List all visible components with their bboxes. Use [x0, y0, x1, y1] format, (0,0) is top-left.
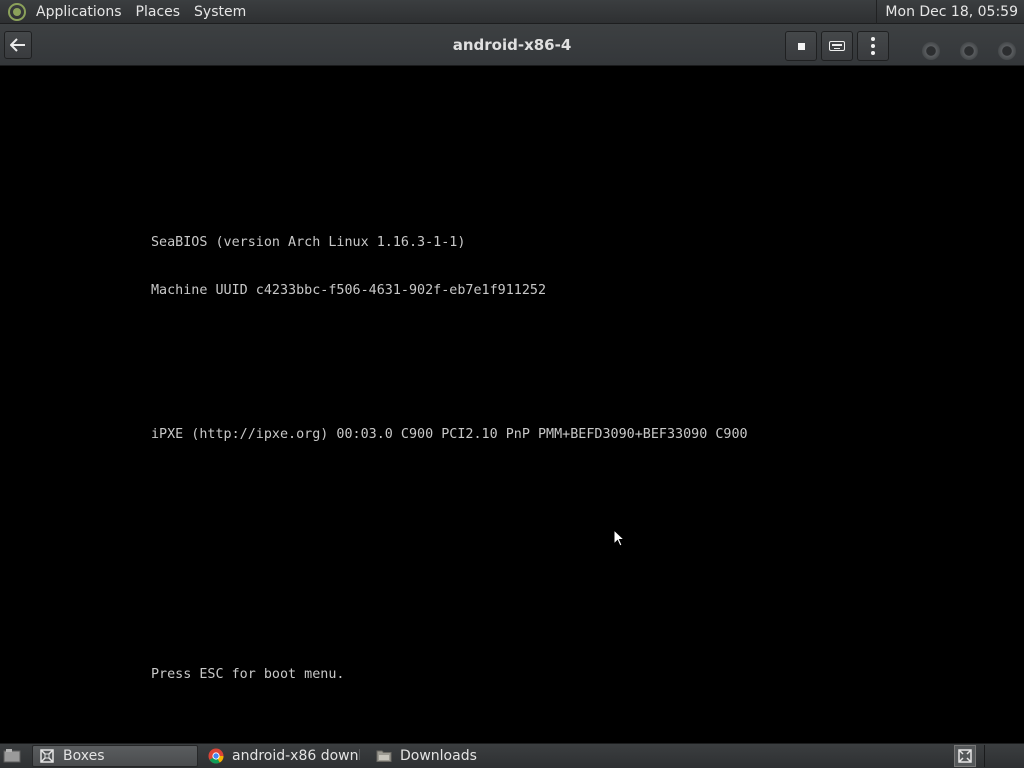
back-arrow-icon [10, 38, 25, 52]
main-menu-icon[interactable] [5, 0, 29, 24]
back-button[interactable] [4, 31, 32, 59]
boxes-icon [40, 749, 54, 763]
maximize-button[interactable] [960, 42, 978, 60]
task-downloads[interactable]: Downloads [370, 745, 500, 767]
bottom-taskbar: Boxes android-x86 downl... Downloads [0, 743, 1024, 768]
menu-applications[interactable]: Applications [29, 0, 129, 24]
boxes-icon [958, 749, 972, 763]
top-panel: Applications Places System Mon Dec 18, 0… [0, 0, 1024, 24]
keyboard-icon [829, 41, 845, 51]
minimize-button[interactable] [922, 42, 940, 60]
mouse-pointer-icon [613, 529, 625, 547]
panel-clock[interactable]: Mon Dec 18, 05:59 [876, 0, 1024, 24]
workspace-1-button[interactable] [954, 745, 976, 767]
menu-system[interactable]: System [187, 0, 253, 24]
menu-button[interactable] [857, 31, 889, 61]
task-label: Downloads [400, 748, 477, 764]
console-line: Machine UUID c4233bbc-f506-4631-902f-eb7… [151, 283, 547, 298]
task-chrome[interactable]: android-x86 downl... [202, 745, 366, 767]
close-button[interactable] [998, 42, 1016, 60]
console-line: iPXE (http://ipxe.org) 00:03.0 C900 PCI2… [151, 427, 748, 442]
console-line: SeaBIOS (version Arch Linux 1.16.3-1-1) [151, 235, 466, 250]
boxes-headerbar: android-x86-4 [0, 24, 1024, 66]
folder-icon [376, 750, 392, 762]
stop-icon [797, 42, 805, 50]
stop-button[interactable] [785, 31, 817, 61]
show-desktop-button[interactable] [0, 744, 24, 768]
kebab-menu-icon [871, 37, 875, 55]
task-label: android-x86 downl... [232, 748, 360, 764]
chrome-icon [208, 748, 224, 764]
send-keys-button[interactable] [821, 31, 853, 61]
workspace-2-button[interactable] [984, 745, 1024, 767]
task-label: Boxes [63, 748, 105, 764]
task-boxes[interactable]: Boxes [32, 745, 198, 767]
console-line: Press ESC for boot menu. [151, 667, 345, 682]
show-desktop-icon [3, 749, 21, 763]
vm-display[interactable]: SeaBIOS (version Arch Linux 1.16.3-1-1) … [0, 67, 1024, 743]
boot-console: SeaBIOS (version Arch Linux 1.16.3-1-1) … [151, 203, 748, 715]
menu-places[interactable]: Places [129, 0, 188, 24]
